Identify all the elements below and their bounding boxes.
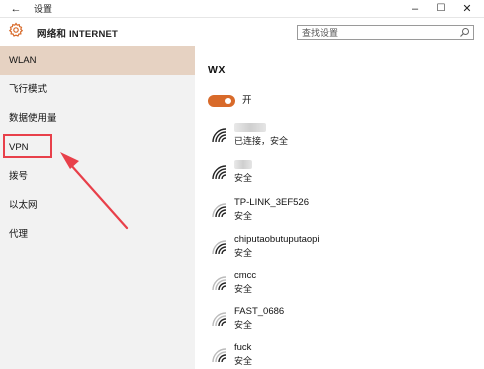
window-title: 设置 xyxy=(34,4,53,14)
title-bar: ← 设置 – ☐ ✕ xyxy=(0,0,484,18)
wlan-panel: WX 开 已连接，安全 安全 TP-LINK_3EF526 安全 chiputa… xyxy=(195,46,484,369)
network-item[interactable]: 已连接，安全 xyxy=(195,120,484,154)
network-status: 安全 xyxy=(234,356,253,366)
settings-header: 网络和 INTERNET xyxy=(0,18,484,44)
network-status: 安全 xyxy=(234,248,253,258)
page-title: 网络和 INTERNET xyxy=(37,29,119,40)
network-name: TP-LINK_3EF526 xyxy=(234,197,309,208)
wlan-heading: WX xyxy=(208,64,226,76)
search-box[interactable] xyxy=(297,25,474,40)
network-item[interactable]: 安全 xyxy=(195,157,484,191)
network-item[interactable]: FAST_0686 安全 xyxy=(195,304,484,338)
wifi-icon xyxy=(212,165,227,180)
network-item[interactable]: chiputaobutuputaopi 安全 xyxy=(195,232,484,266)
wifi-icon xyxy=(212,348,227,363)
network-status: 已连接，安全 xyxy=(234,136,289,146)
sidebar-item-dial-up[interactable]: 拨号 xyxy=(0,162,195,191)
wlan-toggle[interactable] xyxy=(208,95,235,107)
sidebar-item-wlan[interactable]: WLAN xyxy=(0,46,195,75)
sidebar-item-ethernet[interactable]: 以太网 xyxy=(0,191,195,220)
sidebar: WLAN 飞行模式 数据使用量 VPN 拨号 以太网 代理 xyxy=(0,46,195,369)
minimize-button[interactable]: – xyxy=(402,0,428,18)
network-status: 安全 xyxy=(234,320,253,330)
wifi-icon xyxy=(212,276,227,291)
network-item[interactable]: cmcc 安全 xyxy=(195,268,484,302)
network-name: chiputaobutuputaopi xyxy=(234,234,320,245)
wifi-icon xyxy=(212,128,227,143)
sidebar-item-data-usage[interactable]: 数据使用量 xyxy=(0,104,195,133)
back-arrow-icon[interactable]: ← xyxy=(9,2,23,16)
maximize-button[interactable]: ☐ xyxy=(428,0,454,18)
toggle-label: 开 xyxy=(242,95,252,106)
search-input[interactable] xyxy=(302,26,452,39)
blurred-network-name xyxy=(234,160,252,169)
network-name: fuck xyxy=(234,342,252,353)
wifi-icon xyxy=(212,203,227,218)
toggle-knob xyxy=(225,98,231,104)
wifi-icon xyxy=(212,312,227,327)
gear-icon xyxy=(8,22,24,37)
sidebar-item-proxy[interactable]: 代理 xyxy=(0,220,195,249)
network-status: 安全 xyxy=(234,284,253,294)
network-status: 安全 xyxy=(234,211,253,221)
network-status: 安全 xyxy=(234,173,253,183)
network-item[interactable]: fuck 安全 xyxy=(195,340,484,369)
wifi-icon xyxy=(212,240,227,255)
annotation-highlight-box xyxy=(3,134,52,158)
network-name: FAST_0686 xyxy=(234,306,285,317)
blurred-network-name xyxy=(234,123,266,132)
network-name: cmcc xyxy=(234,270,257,281)
sidebar-item-airplane-mode[interactable]: 飞行模式 xyxy=(0,75,195,104)
network-item[interactable]: TP-LINK_3EF526 安全 xyxy=(195,195,484,229)
search-icon[interactable] xyxy=(459,27,470,38)
close-button[interactable]: ✕ xyxy=(454,0,480,18)
